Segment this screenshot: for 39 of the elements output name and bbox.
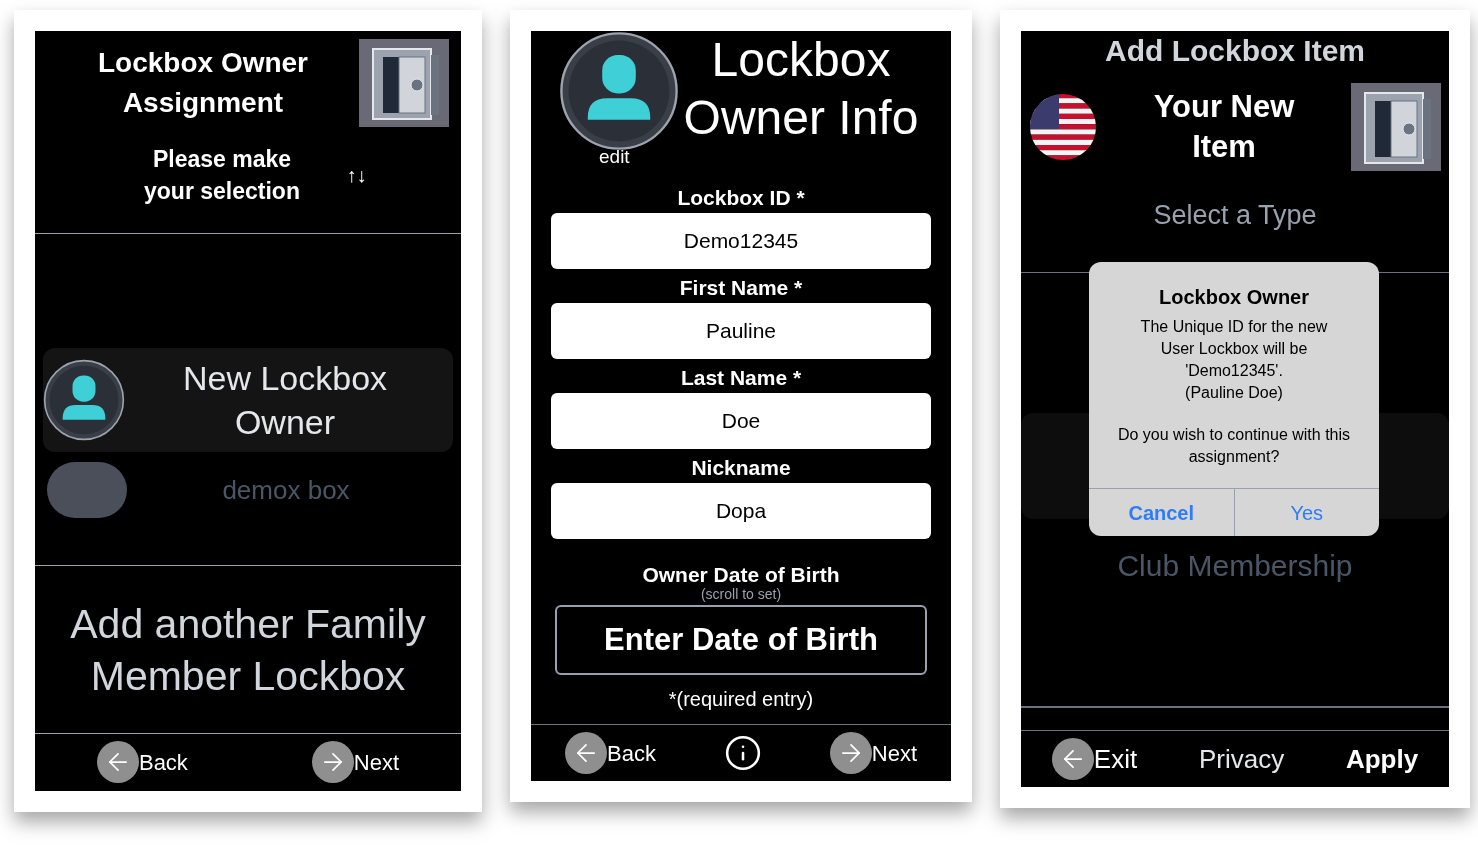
dialog-question: Do you wish to continue with this assignment? — [1116, 425, 1352, 467]
person-avatar-icon[interactable] — [559, 31, 679, 151]
person-avatar-icon[interactable] — [43, 359, 125, 441]
item-heading: Your New Item — [1152, 88, 1296, 166]
dialog-title: Lockbox Owner — [1159, 285, 1309, 310]
dob-hint: (scroll to set) — [700, 587, 782, 601]
text-field[interactable]: Demo12345 — [551, 213, 931, 269]
screen-title: Add Lockbox Item — [1104, 33, 1366, 69]
text-field[interactable]: Dopa — [551, 483, 931, 539]
info-button[interactable] — [723, 734, 762, 772]
sort-glyph[interactable]: ↑↓ — [346, 160, 367, 190]
owner-list-item[interactable]: New Lockbox Owner — [43, 348, 453, 452]
add-family-member-link[interactable]: Add another Family Member Lockbox — [35, 597, 461, 702]
owner-name: demox box — [221, 473, 351, 507]
field-label: Last Name * — [680, 365, 802, 391]
back-button[interactable]: Back — [564, 732, 656, 774]
text-field[interactable]: Doe — [551, 393, 931, 449]
required-note: *(required entry) — [668, 687, 814, 712]
text-field[interactable]: Pauline — [551, 303, 931, 359]
dob-label: Owner Date of Birth — [642, 563, 840, 587]
back-button[interactable]: Back — [96, 741, 188, 783]
next-button[interactable]: Next — [311, 741, 400, 783]
field-label: Lockbox ID * — [677, 185, 805, 211]
owner-name: New Lockbox Owner — [181, 358, 389, 443]
dialog-detail: (Pauline Doe) — [1185, 383, 1283, 403]
selection-prompt: Please make your selection — [143, 145, 301, 206]
exit-button[interactable]: Exit — [1051, 738, 1138, 780]
screen-title: Lockbox Owner Assignment — [96, 46, 309, 120]
field-label: First Name * — [679, 275, 803, 301]
apply-button[interactable]: Apply — [1345, 739, 1419, 779]
next-button[interactable]: Next — [829, 732, 917, 774]
field-label: Nickname — [691, 455, 791, 481]
dialog-message: The Unique ID for the new User Lockbox will be 'Demo12345'. — [1139, 317, 1329, 381]
picker-label: Select a Type — [1152, 199, 1318, 232]
screen-title: Lockbox Owner Info — [682, 32, 920, 146]
flag-icon[interactable] — [1029, 93, 1097, 161]
date-of-birth-button[interactable]: Enter Date of Birth — [555, 605, 927, 675]
edit-link[interactable]: edit — [599, 147, 630, 167]
privacy-button[interactable]: Privacy — [1198, 739, 1285, 779]
